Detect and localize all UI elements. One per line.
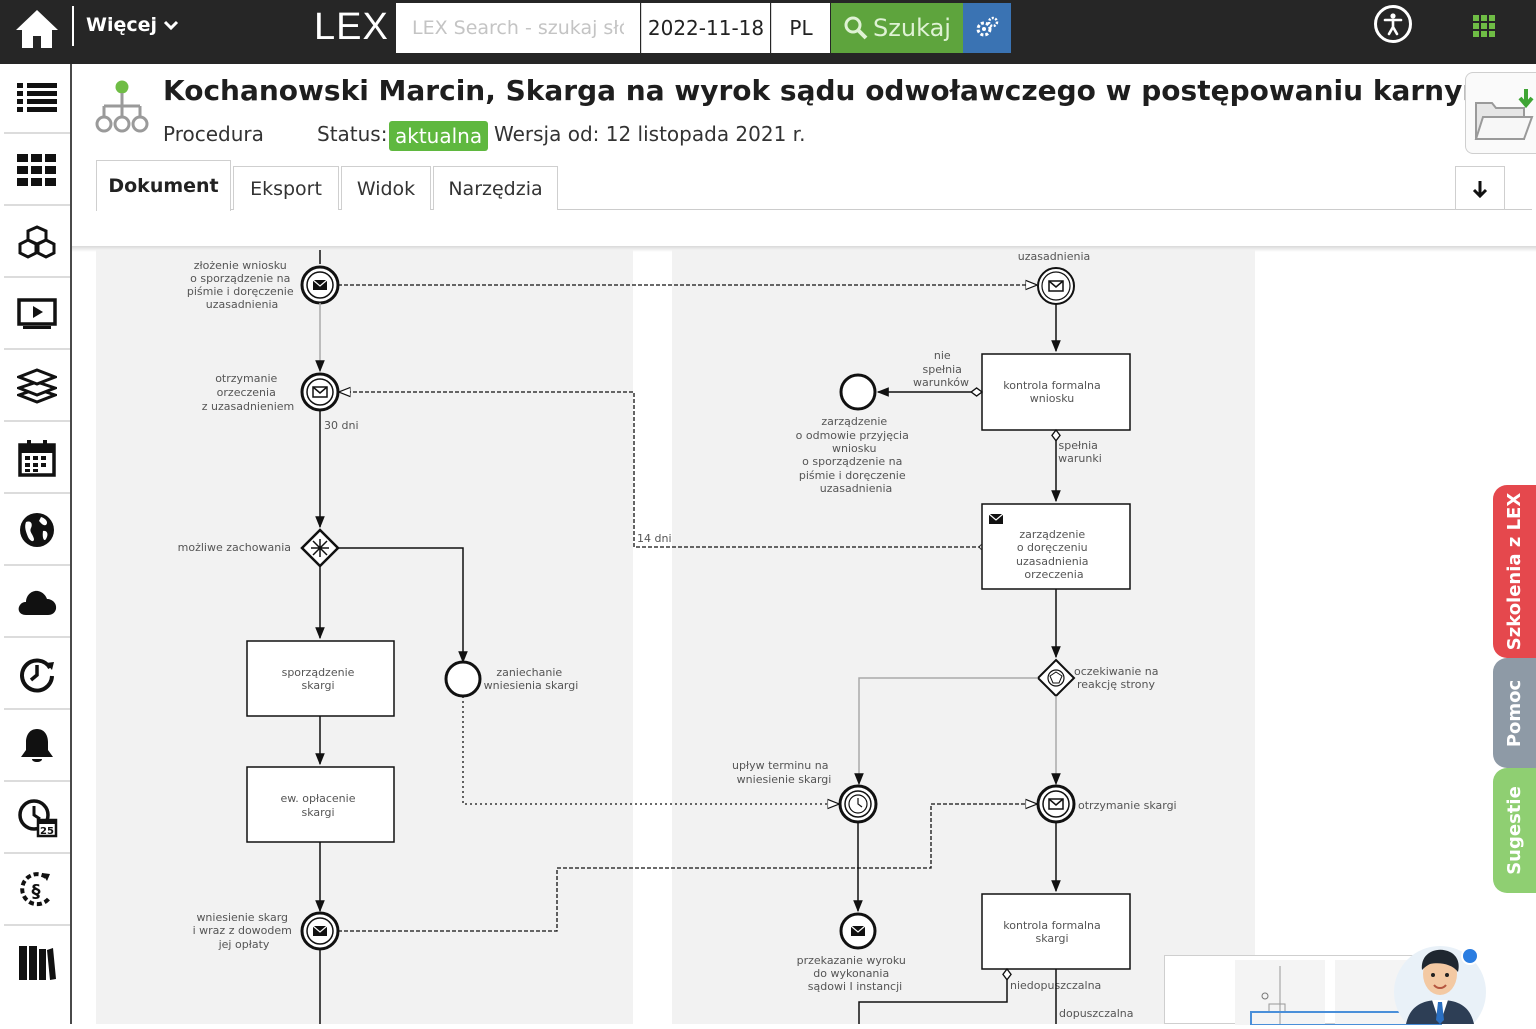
top-divider bbox=[72, 6, 74, 46]
svg-text:zarządzenie o doręczeniu: zarządzenie o doręczeniu uzasadnienia or… bbox=[1016, 528, 1092, 581]
paragraph-history-icon[interactable]: § bbox=[4, 856, 70, 926]
end-zaniechanie[interactable] bbox=[444, 660, 482, 698]
label-zaniechanie: zaniechanie wniesienia skargi bbox=[484, 666, 579, 692]
timer-uplyw-terminu[interactable] bbox=[838, 784, 878, 824]
label-przekazanie-wyroku: przekazanie wyroku do wykonania sądowi I… bbox=[797, 954, 910, 993]
lex-logo[interactable]: LEX bbox=[314, 6, 389, 49]
task-sporzadzenie-skargi[interactable]: sporządzenie skargi bbox=[246, 640, 395, 717]
video-icon[interactable] bbox=[4, 280, 70, 350]
label-oczekiwanie: oczekiwanie na reakcję strony bbox=[1074, 665, 1162, 691]
document-header: Kochanowski Marcin, Skarga na wyrok sądu… bbox=[72, 64, 1536, 247]
arrow-down-icon bbox=[1472, 180, 1488, 198]
end-przekazanie-wyroku[interactable] bbox=[839, 912, 877, 950]
chevron-down-icon bbox=[163, 20, 179, 31]
task-kontrola-skargi[interactable]: kontrola formalna skargi bbox=[981, 893, 1131, 970]
task-zarzadzenie-doreczenie[interactable]: zarządzenie o doręczeniu uzasadnienia or… bbox=[981, 503, 1131, 590]
document-tabs: Dokument Eksport Widok Narzędzia bbox=[96, 160, 1532, 211]
sugestie-tab[interactable]: Sugestie bbox=[1493, 768, 1536, 893]
sugestie-tab-label: Sugestie bbox=[1504, 786, 1526, 875]
date-field[interactable]: 2022-11-18 bbox=[641, 3, 770, 53]
szkolenia-tab-label: Szkolenia z LEX bbox=[1504, 492, 1525, 651]
pomoc-tab-label: Pomoc bbox=[1504, 679, 1526, 747]
top-bar: Więcej LEX 2022-11-18 PL Szukaj bbox=[0, 0, 1536, 64]
event-otrzymanie-orzeczenia[interactable] bbox=[300, 372, 340, 412]
pomoc-tab[interactable]: Pomoc bbox=[1493, 658, 1536, 768]
event-wniesienie-skargi[interactable] bbox=[300, 911, 340, 951]
task-kontrola-wniosku[interactable]: kontrola formalna wniosku bbox=[981, 353, 1131, 431]
label-30-dni: 30 dni bbox=[324, 419, 359, 432]
clock-arrow-icon[interactable] bbox=[4, 640, 70, 710]
search-icon bbox=[844, 16, 868, 40]
label-otrzymanie-skargi: otrzymanie skargi bbox=[1078, 799, 1177, 812]
event-uzasadnienie[interactable] bbox=[1037, 267, 1075, 305]
search-button-label: Szukaj bbox=[873, 14, 951, 42]
label-mozliwe-zachowania: możliwe zachowania bbox=[178, 541, 291, 554]
label-dopuszczalna: dopuszczalna bbox=[1059, 1007, 1134, 1020]
bpmn-diagram: złożenie wniosku o sporządzenie na piśmi… bbox=[96, 250, 1255, 1024]
accessibility-icon[interactable] bbox=[1374, 5, 1412, 43]
search-button[interactable]: Szukaj bbox=[831, 3, 963, 53]
calendar-badge-number: 25 bbox=[40, 826, 54, 837]
end-odmowa[interactable] bbox=[839, 373, 877, 411]
scroll-down-button[interactable] bbox=[1455, 166, 1505, 210]
save-to-folder-button[interactable] bbox=[1465, 72, 1536, 154]
books-icon[interactable] bbox=[4, 928, 70, 998]
apps-grid-icon[interactable] bbox=[1473, 15, 1495, 37]
tab-widok[interactable]: Widok bbox=[341, 166, 431, 210]
globe-icon[interactable] bbox=[4, 496, 70, 566]
home-icon[interactable] bbox=[12, 6, 62, 52]
tab-dokument[interactable]: Dokument bbox=[96, 160, 231, 211]
calendar-icon[interactable] bbox=[4, 424, 70, 494]
document-title: Kochanowski Marcin, Skarga na wyrok sądu… bbox=[163, 74, 1492, 107]
szkolenia-tab[interactable]: Szkolenia z LEX bbox=[1493, 485, 1536, 658]
task-oplacenie-skargi[interactable]: ew. opłacenie skargi bbox=[246, 766, 395, 843]
label-uzasadnienia: uzasadnienia bbox=[1018, 250, 1091, 263]
tab-eksport[interactable]: Eksport bbox=[233, 166, 339, 210]
label-uplyw-terminu: upływ terminu na wniesienie skargi bbox=[732, 759, 832, 786]
event-zlozenie-wniosku[interactable] bbox=[300, 265, 340, 305]
layers-icon[interactable] bbox=[4, 352, 70, 422]
left-sidebar: 25 § bbox=[0, 64, 72, 1024]
procedure-icon bbox=[94, 78, 150, 140]
cubes-icon[interactable] bbox=[4, 208, 70, 278]
search-settings-button[interactable] bbox=[963, 3, 1011, 53]
folder-download-icon bbox=[1474, 89, 1534, 140]
cloud-icon[interactable] bbox=[4, 568, 70, 638]
label-14-dni: 14 dni bbox=[637, 532, 672, 545]
event-otrzymanie-skargi[interactable] bbox=[1036, 784, 1076, 824]
version-date: Wersja od: 12 listopada 2021 r. bbox=[494, 122, 806, 146]
svg-text:§: § bbox=[32, 881, 41, 902]
status-badge: aktualna bbox=[389, 121, 489, 151]
more-menu-button[interactable]: Więcej bbox=[86, 14, 179, 36]
label-spelnia-warunki: spełnia warunki bbox=[1058, 439, 1102, 465]
lane-left bbox=[96, 250, 633, 1024]
status-label: Status: bbox=[317, 122, 388, 146]
bell-icon[interactable] bbox=[4, 712, 70, 782]
tab-narzedzia[interactable]: Narzędzia bbox=[433, 166, 558, 210]
more-menu-label: Więcej bbox=[86, 14, 158, 36]
language-select[interactable]: PL bbox=[771, 3, 830, 53]
gears-icon bbox=[976, 16, 999, 37]
search-input[interactable] bbox=[396, 3, 640, 53]
list-icon[interactable] bbox=[4, 64, 70, 134]
document-type: Procedura bbox=[163, 122, 264, 146]
calendar-clock-icon[interactable]: 25 bbox=[4, 784, 70, 854]
chat-notification-dot bbox=[1461, 947, 1479, 965]
grid-icon[interactable] bbox=[4, 136, 70, 206]
